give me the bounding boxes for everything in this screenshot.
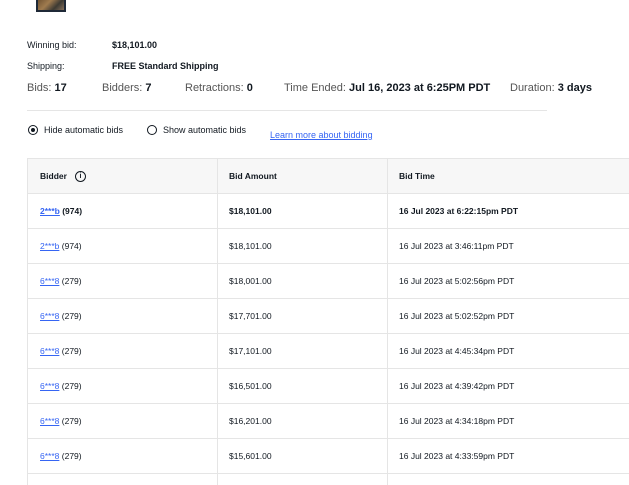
bid-amount-cell: $17,101.00 bbox=[229, 346, 272, 356]
duration-label: Duration: bbox=[510, 82, 555, 94]
table-row: 6***8 (279) $16,201.00 16 Jul 2023 at 4:34… bbox=[28, 404, 629, 439]
bidder-link[interactable]: 2***b bbox=[40, 206, 60, 216]
bidder-link[interactable]: 6***8 bbox=[40, 276, 59, 286]
bidder-cell: 6***8 (279) bbox=[40, 369, 82, 404]
bidder-rating: (974) bbox=[61, 241, 82, 251]
bids-label: Bids: bbox=[27, 82, 52, 94]
hide-automatic-bids-radio[interactable] bbox=[28, 125, 38, 135]
bids-value: 17 bbox=[54, 82, 67, 94]
shipping-value: FREE Standard Shipping bbox=[112, 61, 219, 71]
bidder-link[interactable]: 6***8 bbox=[40, 416, 59, 426]
retractions-stat: Retractions: 0 bbox=[185, 82, 253, 94]
bid-time-cell: 16 Jul 2023 at 4:39:42pm PDT bbox=[399, 381, 515, 391]
bid-time-cell: 16 Jul 2023 at 3:46:11pm PDT bbox=[399, 241, 514, 251]
table-row: 6***8 (279) $18,001.00 16 Jul 2023 at 5:02… bbox=[28, 264, 629, 299]
bid-history-table: Bidder i Bid Amount Bid Time 2***b (974) $… bbox=[27, 158, 629, 485]
bidder-link[interactable]: 6***8 bbox=[40, 346, 59, 356]
duration-stat: Duration: 3 days bbox=[510, 82, 592, 94]
bid-time-cell: 16 Jul 2023 at 5:02:52pm PDT bbox=[399, 311, 515, 321]
table-row: 6***8 (279) $15,601.00 16 Jul 2023 at 4:33… bbox=[28, 439, 629, 474]
item-thumbnail[interactable] bbox=[36, 0, 66, 12]
auction-stats: Bids: 17 Bidders: 7 Retractions: 0 Time … bbox=[0, 82, 629, 96]
retractions-value: 0 bbox=[246, 82, 253, 94]
table-header: Bidder i Bid Amount Bid Time bbox=[28, 159, 629, 194]
bidder-rating: (279) bbox=[61, 416, 82, 426]
bidders-value: 7 bbox=[145, 82, 152, 94]
time-ended-label: Time Ended: bbox=[284, 82, 346, 94]
bidder-link[interactable]: 6***8 bbox=[40, 451, 59, 461]
table-row: 6***8 (279) $17,701.00 16 Jul 2023 at 5:02… bbox=[28, 299, 629, 334]
table-row: 6***8 (279) $16,501.00 16 Jul 2023 at 4:39… bbox=[28, 369, 629, 404]
bid-amount-cell: $18,001.00 bbox=[229, 276, 272, 286]
bid-time-cell: 16 Jul 2023 at 4:45:34pm PDT bbox=[399, 346, 515, 356]
bid-amount-cell: $18,101.00 bbox=[229, 206, 272, 216]
bid-amount-cell: $18,101.00 bbox=[229, 241, 272, 251]
bidder-rating: (279) bbox=[61, 346, 82, 356]
table-row: 6***8 (279) $17,101.00 16 Jul 2023 at 4:45… bbox=[28, 334, 629, 369]
learn-more-link[interactable]: Learn more about bidding bbox=[270, 130, 373, 140]
column-separator bbox=[217, 159, 218, 485]
bidder-cell: 6***8 (279) bbox=[40, 334, 82, 369]
column-separator bbox=[387, 159, 388, 485]
table-row: 2***b (974) $18,101.00 16 Jul 2023 at 6:22… bbox=[28, 194, 629, 229]
hide-automatic-bids-option[interactable]: Hide automatic bids bbox=[28, 125, 123, 135]
bid-amount-cell: $16,501.00 bbox=[229, 381, 272, 391]
bidder-rating: (279) bbox=[61, 276, 82, 286]
header-bidder: Bidder i bbox=[40, 159, 86, 194]
bid-amount-cell: $17,701.00 bbox=[229, 311, 272, 321]
bidder-cell: 6***8 (279) bbox=[40, 299, 82, 334]
shipping-label: Shipping: bbox=[27, 61, 65, 71]
section-divider bbox=[27, 110, 547, 111]
bidders-label: Bidders: bbox=[102, 82, 143, 94]
bidders-stat: Bidders: 7 bbox=[102, 82, 152, 94]
bidder-link[interactable]: 2***b bbox=[40, 241, 59, 251]
bid-amount-cell: $16,201.00 bbox=[229, 416, 272, 426]
time-ended-value: Jul 16, 2023 at 6:25PM PDT bbox=[349, 82, 491, 94]
bid-time-cell: 16 Jul 2023 at 4:33:59pm PDT bbox=[399, 451, 515, 461]
header-bid-amount: Bid Amount bbox=[229, 171, 277, 181]
header-bidder-label: Bidder bbox=[40, 171, 67, 181]
bidder-cell: 2***b (974) bbox=[40, 229, 82, 264]
show-automatic-bids-radio[interactable] bbox=[147, 125, 157, 135]
bid-history-page: Winning bid: $18,101.00 Shipping: FREE S… bbox=[0, 0, 629, 485]
bidder-link[interactable]: 6***8 bbox=[40, 381, 59, 391]
bid-amount-cell: $15,601.00 bbox=[229, 451, 272, 461]
retractions-label: Retractions: bbox=[185, 82, 244, 94]
info-icon[interactable]: i bbox=[74, 171, 86, 183]
header-bid-time: Bid Time bbox=[399, 171, 435, 181]
hide-automatic-bids-label: Hide automatic bids bbox=[44, 125, 124, 135]
duration-value: 3 days bbox=[557, 82, 592, 94]
winning-bid-label: Winning bid: bbox=[27, 40, 77, 50]
bid-time-cell: 16 Jul 2023 at 4:34:18pm PDT bbox=[399, 416, 515, 426]
bidder-cell: 2***b (974) bbox=[40, 194, 82, 229]
time-ended-stat: Time Ended: Jul 16, 2023 at 6:25PM PDT bbox=[284, 82, 490, 94]
bidder-link[interactable]: 6***8 bbox=[40, 311, 59, 321]
bidder-rating: (279) bbox=[61, 381, 82, 391]
bidder-cell: 6***8 (279) bbox=[40, 439, 82, 474]
bidder-rating: (974) bbox=[62, 206, 83, 216]
bidder-cell: 6***8 (279) bbox=[40, 404, 82, 439]
bidder-cell: 6***8 (279) bbox=[40, 264, 82, 299]
show-automatic-bids-label: Show automatic bids bbox=[163, 125, 247, 135]
table-row: 2***b (974) $18,101.00 16 Jul 2023 at 3:46… bbox=[28, 229, 629, 264]
bid-time-cell: 16 Jul 2023 at 6:22:15pm PDT bbox=[399, 206, 519, 216]
bids-stat: Bids: 17 bbox=[27, 82, 67, 94]
bidder-rating: (279) bbox=[61, 311, 82, 321]
bidder-rating: (279) bbox=[61, 451, 82, 461]
bid-time-cell: 16 Jul 2023 at 5:02:56pm PDT bbox=[399, 276, 515, 286]
winning-bid-value: $18,101.00 bbox=[112, 40, 158, 50]
show-automatic-bids-option[interactable]: Show automatic bids bbox=[147, 125, 246, 135]
